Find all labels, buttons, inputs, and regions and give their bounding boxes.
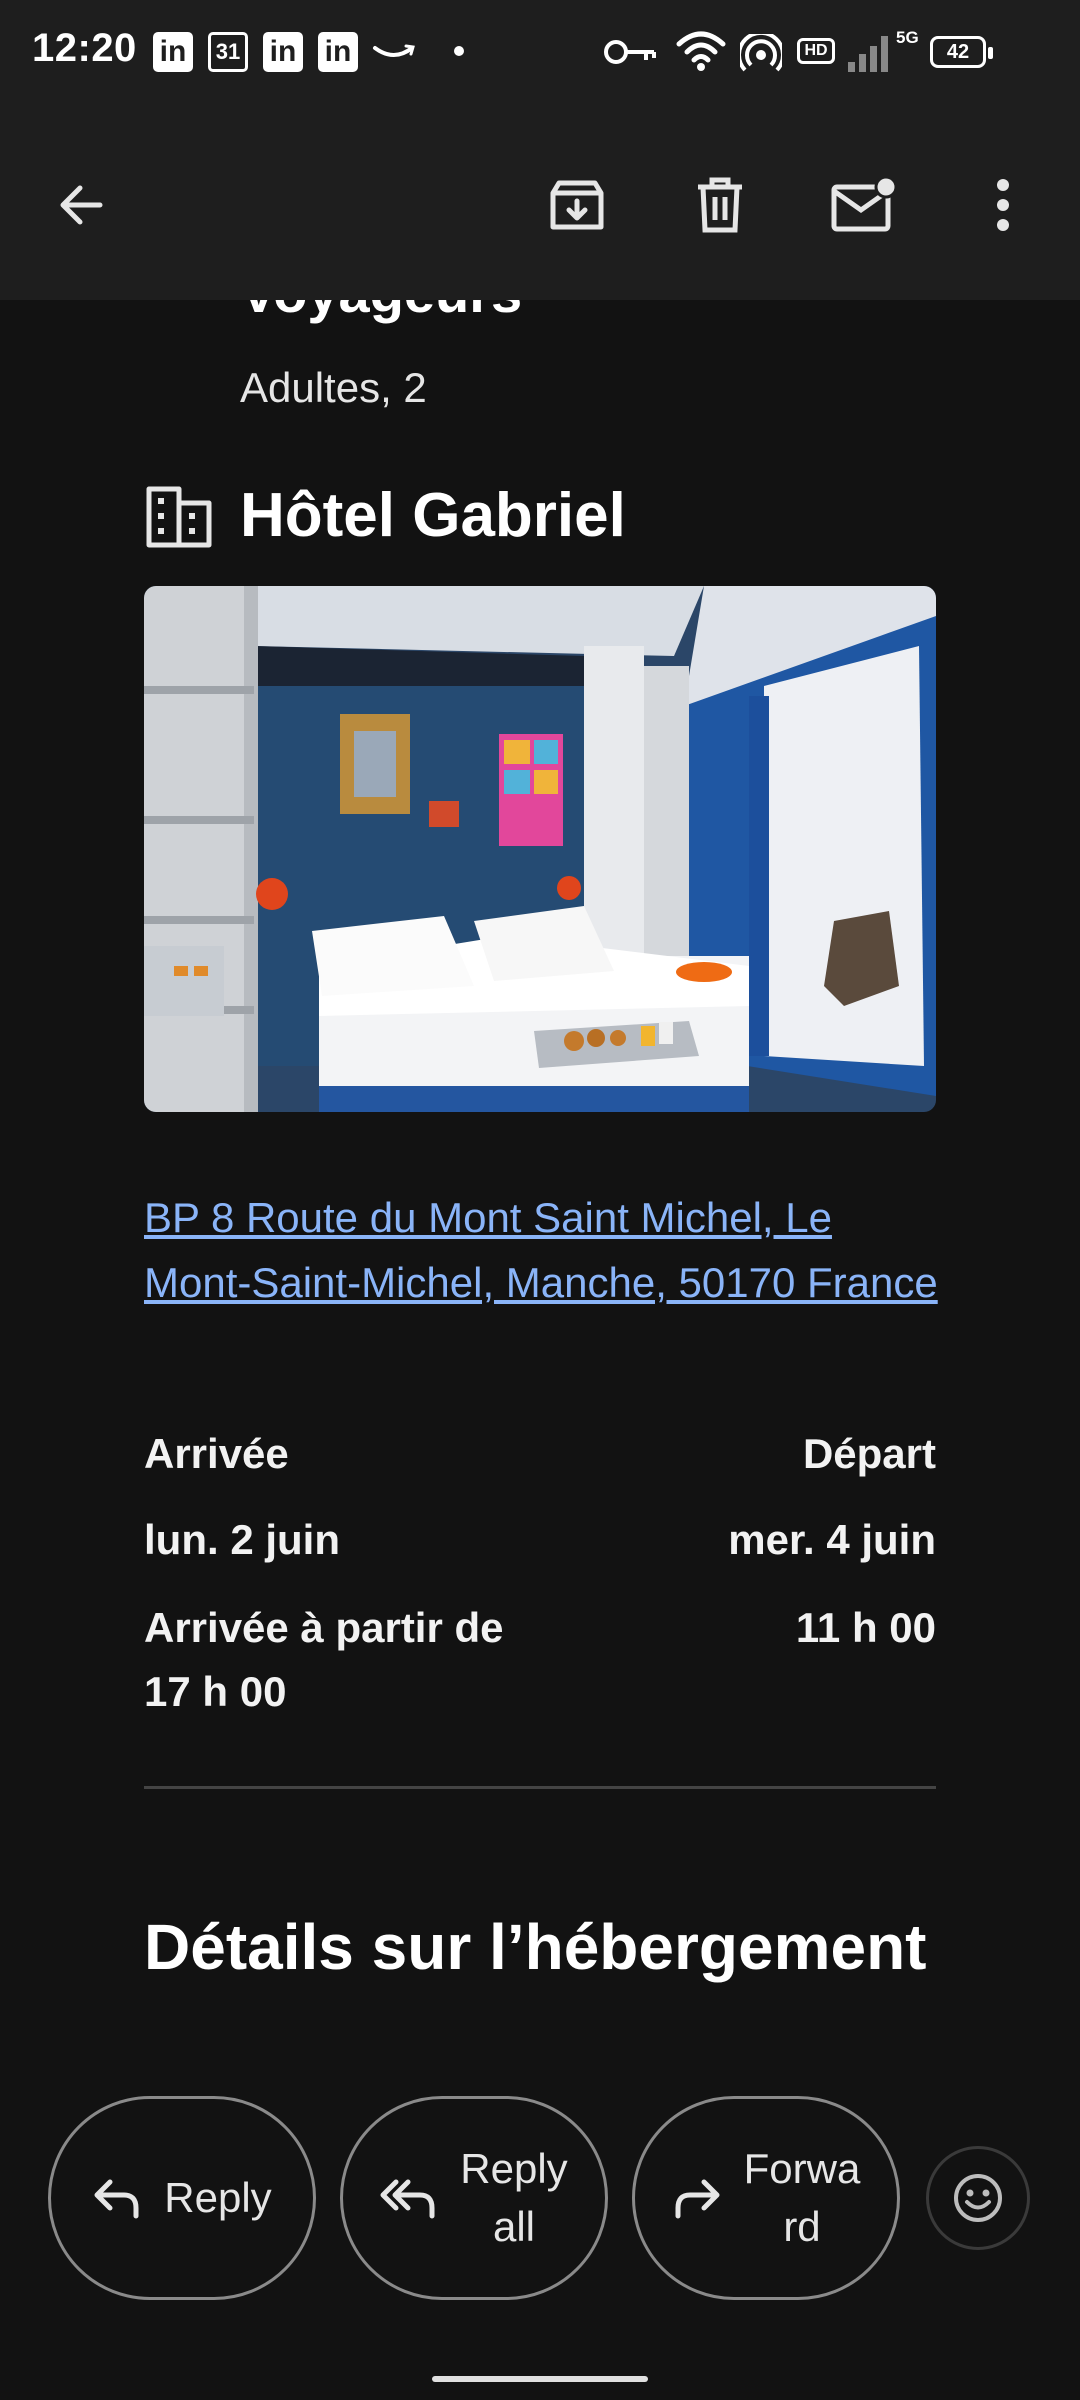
arrival-label: Arrivée <box>144 1430 289 1477</box>
calendar-icon: 31 <box>208 32 248 72</box>
hotel-room-image <box>144 586 936 1112</box>
section-divider <box>144 1786 936 1789</box>
hotspot-icon <box>740 34 782 72</box>
hd-voice-icon: HD <box>797 38 835 64</box>
hotel-name: Hôtel Gabriel <box>240 481 626 550</box>
reply-all-button[interactable]: Reply all <box>340 2096 608 2300</box>
wifi-icon <box>676 31 726 71</box>
hotel-building-icon <box>146 486 212 548</box>
archive-button[interactable] <box>532 160 622 250</box>
reply-all-icon <box>380 2179 435 2219</box>
linkedin-icon: in <box>318 32 358 72</box>
signal-icon <box>848 36 888 72</box>
reply-all-label-line1: Reply <box>460 2145 568 2192</box>
linkedin-icon: in <box>263 32 303 72</box>
arrival-time-line2: 17 h 00 <box>144 1668 287 1715</box>
reply-all-label-line2: all <box>492 2203 535 2250</box>
emoji-reaction-button[interactable] <box>926 2146 1030 2250</box>
accommodation-details-heading: Détails sur l’hébergement <box>144 1911 927 1983</box>
forward-icon <box>675 2179 720 2219</box>
vpn-key-icon <box>604 40 656 64</box>
forward-button[interactable]: Forwa rd <box>632 2096 900 2300</box>
departure-label: Départ <box>802 1430 936 1477</box>
archive-icon <box>550 180 604 230</box>
linkedin-icon: in <box>153 32 193 72</box>
more-vert-icon <box>997 179 1009 231</box>
home-indicator[interactable] <box>432 2376 648 2382</box>
amazon-icon <box>373 44 415 57</box>
status-time: 12:20 <box>32 26 137 70</box>
arrival-time-line1: Arrivée à partir de <box>144 1604 504 1651</box>
reply-label: Reply <box>164 2174 272 2221</box>
arrow-back-icon <box>60 185 103 225</box>
trash-icon <box>698 177 742 233</box>
hotel-address-link[interactable]: BP 8 Route du Mont Saint Michel, Le Mont… <box>144 1185 944 1315</box>
travellers-heading: Voyageurs <box>240 300 522 325</box>
reply-button[interactable]: Reply <box>48 2096 316 2300</box>
mark-unread-button[interactable] <box>818 160 908 250</box>
departure-time: 11 h 00 <box>795 1604 936 1651</box>
travellers-value: Adultes, 2 <box>240 364 427 411</box>
departure-date: mer. 4 juin <box>728 1516 936 1563</box>
arrival-date: lun. 2 juin <box>144 1516 340 1563</box>
email-body: Voyageurs Adultes, 2 Hôtel Gabriel <box>0 300 1080 2080</box>
hotel-photo[interactable] <box>144 586 936 1112</box>
reply-icon <box>94 2179 139 2219</box>
forward-label-line1: Forwa <box>743 2145 861 2192</box>
network-type-label: 5G <box>896 28 919 47</box>
delete-button[interactable] <box>675 160 765 250</box>
more-options-button[interactable] <box>958 160 1048 250</box>
mail-unread-icon <box>831 177 896 232</box>
forward-label-line2: rd <box>783 2203 821 2250</box>
smiley-icon <box>954 2174 1002 2222</box>
notification-dot-icon <box>454 46 464 56</box>
battery-icon: 42 <box>930 36 993 68</box>
back-button[interactable] <box>36 160 126 250</box>
status-bar: 12:20 in 31 in in HD 5G 42 <box>0 0 1080 110</box>
